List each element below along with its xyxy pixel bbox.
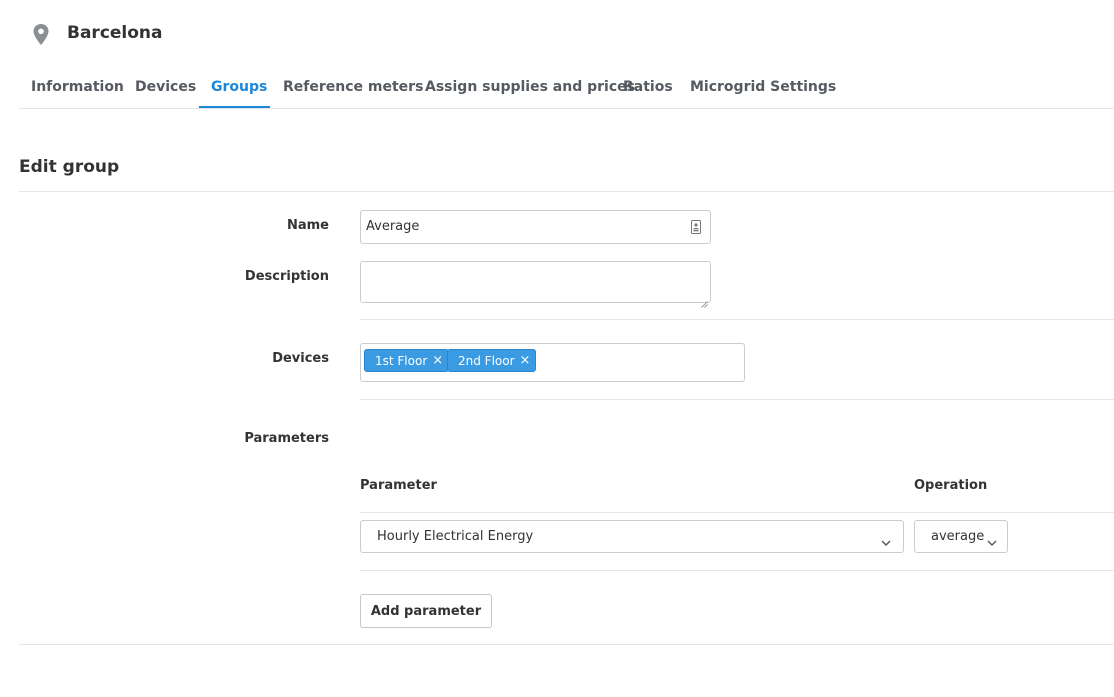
operation-select[interactable]: average (914, 520, 1008, 553)
tab-bar: Information Devices Groups Reference met… (19, 71, 1114, 109)
tab-microgrid-settings[interactable]: Microgrid Settings (690, 79, 836, 95)
device-chip: 1st Floor × (364, 349, 450, 372)
devices-label: Devices (272, 351, 329, 366)
divider (19, 644, 1114, 645)
tab-ratios[interactable]: Ratios (623, 79, 673, 95)
page-title: Edit group (19, 157, 120, 177)
remove-chip-icon[interactable]: × (432, 354, 443, 367)
parameter-column-header: Parameter (360, 478, 437, 493)
divider (360, 319, 1114, 320)
parameters-label: Parameters (244, 431, 329, 446)
name-label: Name (286, 218, 329, 233)
site-title: Barcelona (67, 23, 163, 43)
devices-multiselect[interactable]: 1st Floor × 2nd Floor × (360, 343, 745, 382)
active-tab-indicator (199, 106, 270, 108)
device-chip-label: 1st Floor (375, 353, 428, 368)
device-chip: 2nd Floor × (447, 349, 537, 372)
name-field[interactable]: Average (360, 210, 711, 244)
add-parameter-button[interactable]: Add parameter (360, 594, 492, 628)
divider (360, 399, 1114, 400)
tab-reference-meters[interactable]: Reference meters (283, 79, 423, 95)
page: Barcelona Information Devices Groups Ref… (0, 0, 1114, 697)
autofill-icon (691, 219, 701, 234)
divider (19, 191, 1114, 192)
parameter-select-value: Hourly Electrical Energy (377, 529, 534, 544)
operation-select-value: average (931, 529, 985, 544)
remove-chip-icon[interactable]: × (520, 354, 531, 367)
tab-groups[interactable]: Groups (211, 79, 267, 95)
divider (360, 570, 1114, 571)
location-header (31, 22, 51, 48)
device-chip-label: 2nd Floor (458, 353, 515, 368)
divider (360, 512, 1114, 513)
chevron-down-icon (881, 532, 891, 546)
chevron-down-icon (987, 532, 997, 546)
parameter-select[interactable]: Hourly Electrical Energy (360, 520, 904, 553)
location-pin-icon (31, 22, 51, 48)
description-label: Description (244, 269, 329, 284)
description-textarea[interactable] (360, 261, 711, 308)
resize-grip-icon[interactable] (701, 293, 708, 308)
name-field-value: Average (366, 219, 420, 234)
tab-assign-supplies-and-prices[interactable]: Assign supplies and prices (425, 79, 635, 95)
operation-column-header: Operation (914, 478, 988, 493)
tab-devices[interactable]: Devices (135, 79, 196, 95)
tab-information[interactable]: Information (31, 79, 124, 95)
